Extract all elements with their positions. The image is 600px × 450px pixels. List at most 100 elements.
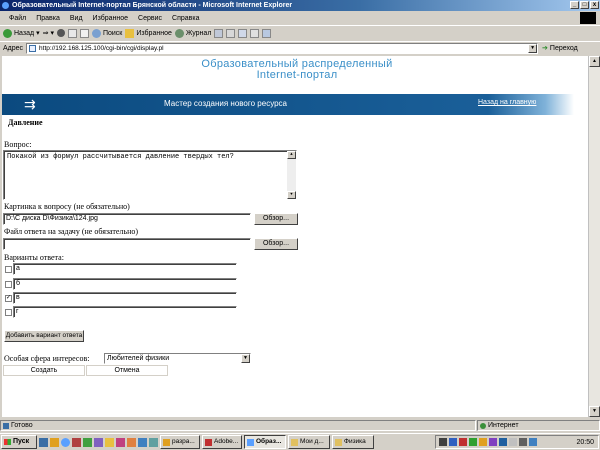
print-icon[interactable]: [226, 28, 236, 38]
window-title: Образовательный Internet-портал Брянской…: [12, 2, 293, 9]
option-checkbox[interactable]: [5, 281, 12, 288]
question-textarea[interactable]: Покакой из формул рассчитывается давлени…: [3, 150, 297, 200]
system-tray: 20:50: [435, 435, 599, 449]
ie-window: Образовательный Internet-портал Брянской…: [0, 0, 600, 450]
option-checkbox[interactable]: [5, 309, 12, 316]
network-icon[interactable]: [529, 438, 537, 446]
desktop-icon[interactable]: [39, 437, 48, 447]
chevron-down-icon[interactable]: ▾: [50, 29, 54, 37]
option-input[interactable]: б: [13, 278, 237, 290]
option-input[interactable]: г: [13, 306, 237, 318]
task-button[interactable]: Мои д...: [288, 435, 330, 449]
app-icon[interactable]: [127, 437, 136, 447]
close-button[interactable]: x: [590, 1, 599, 9]
messenger-icon[interactable]: [262, 28, 272, 38]
tray-icon[interactable]: [479, 438, 487, 446]
ie-logo-icon: [2, 2, 9, 9]
refresh-icon[interactable]: [67, 28, 77, 38]
scroll-up-icon[interactable]: ▲: [287, 151, 296, 159]
tray-icon[interactable]: [459, 438, 467, 446]
answer-file-input[interactable]: [3, 238, 251, 250]
menu-tools[interactable]: Сервис: [133, 15, 167, 22]
forward-button[interactable]: ⇒ ▾: [43, 29, 54, 37]
add-option-button[interactable]: Добавить вариант ответа: [4, 330, 84, 342]
mail-icon[interactable]: [214, 28, 224, 38]
create-button[interactable]: Создать: [3, 365, 85, 376]
tray-icon[interactable]: [469, 438, 477, 446]
clock: 20:50: [576, 438, 594, 446]
menu-view[interactable]: Вид: [65, 15, 88, 22]
page-heading: Давление: [8, 118, 43, 127]
favorites-label: Избранное: [136, 29, 172, 37]
history-button[interactable]: Журнал: [174, 28, 211, 38]
menu-file[interactable]: Файл: [4, 15, 31, 22]
folder-icon[interactable]: [50, 437, 59, 447]
option-row: ✓ в: [3, 292, 239, 304]
ie-icon[interactable]: [61, 437, 70, 447]
task-button-active[interactable]: Образ...: [244, 435, 286, 449]
task-button[interactable]: разра...: [160, 435, 200, 449]
status-text: Готово: [11, 422, 33, 429]
scroll-down-icon[interactable]: ▼: [589, 406, 600, 417]
app-icon[interactable]: [72, 437, 81, 447]
menu-help[interactable]: Справка: [167, 15, 204, 22]
go-label: Переход: [549, 44, 578, 52]
task-button[interactable]: Физика: [332, 435, 374, 449]
minimize-button[interactable]: _: [570, 1, 579, 9]
app-icon[interactable]: [105, 437, 114, 447]
option-input[interactable]: а: [13, 263, 237, 275]
app-icon[interactable]: [94, 437, 103, 447]
favorites-button[interactable]: Избранное: [125, 28, 172, 38]
app-icon[interactable]: [83, 437, 92, 447]
textarea-scrollbar[interactable]: ▲ ▼: [287, 151, 296, 199]
chevron-down-icon[interactable]: ▼: [241, 354, 250, 363]
start-button[interactable]: Пуск: [1, 435, 37, 449]
picture-file-input[interactable]: D:\С диска D\Физика\124.jpg: [3, 213, 251, 225]
option-checkbox[interactable]: [5, 266, 12, 273]
start-label: Пуск: [13, 438, 30, 445]
stop-icon[interactable]: [56, 29, 65, 37]
app-icon[interactable]: [138, 437, 147, 447]
menu-edit[interactable]: Правка: [31, 15, 65, 22]
edit-icon[interactable]: [238, 28, 248, 38]
option-checkbox[interactable]: ✓: [5, 295, 12, 302]
back-to-home-link[interactable]: Назад на главную: [478, 99, 536, 106]
page-done-icon: [3, 423, 9, 429]
back-label: Назад: [14, 29, 35, 37]
app-icon[interactable]: [149, 437, 158, 447]
scroll-down-icon[interactable]: ▼: [287, 191, 296, 199]
home-icon[interactable]: [79, 28, 89, 38]
picture-label: Картинка к вопросу (не обязательно): [4, 202, 130, 211]
chevron-down-icon[interactable]: ▼: [528, 43, 538, 53]
cancel-button[interactable]: Отмена: [86, 365, 168, 376]
scroll-up-icon[interactable]: ▲: [589, 56, 600, 67]
page-scrollbar[interactable]: ▲ ▼: [588, 56, 600, 417]
tray-icon[interactable]: [449, 438, 457, 446]
tray-icon[interactable]: [489, 438, 497, 446]
picture-browse-button[interactable]: Обзор...: [254, 213, 298, 225]
option-input[interactable]: в: [13, 292, 237, 304]
discuss-icon[interactable]: [250, 28, 260, 38]
tray-icon[interactable]: [439, 438, 447, 446]
status-left: Готово: [0, 420, 476, 431]
interest-label: Особая сфера интересов:: [4, 354, 90, 363]
page-icon: [29, 44, 37, 52]
volume-icon[interactable]: [519, 438, 527, 446]
interest-select[interactable]: Любителей физики ▼: [104, 353, 251, 364]
tray-icon[interactable]: [509, 438, 517, 446]
option-row: б: [3, 278, 239, 290]
task-button[interactable]: Adobe...: [202, 435, 242, 449]
address-input[interactable]: http://192.168.125.100/cgi-bin/cgi/displ…: [26, 42, 539, 54]
address-bar: Адрес http://192.168.125.100/cgi-bin/cgi…: [0, 41, 600, 54]
maximize-button[interactable]: □: [580, 1, 589, 9]
page-content: Образовательный распределенный Internet-…: [2, 56, 588, 417]
chevron-down-icon[interactable]: ▾: [36, 29, 40, 37]
search-button[interactable]: Поиск: [91, 28, 122, 38]
back-button[interactable]: Назад ▾: [3, 28, 40, 38]
answer-browse-button[interactable]: Обзор...: [254, 238, 298, 250]
task-label: Физика: [344, 438, 366, 445]
go-button[interactable]: ➔ Переход: [542, 44, 578, 53]
menu-favorites[interactable]: Избранное: [88, 15, 133, 22]
app-icon[interactable]: [116, 437, 125, 447]
language-icon[interactable]: [499, 438, 507, 446]
